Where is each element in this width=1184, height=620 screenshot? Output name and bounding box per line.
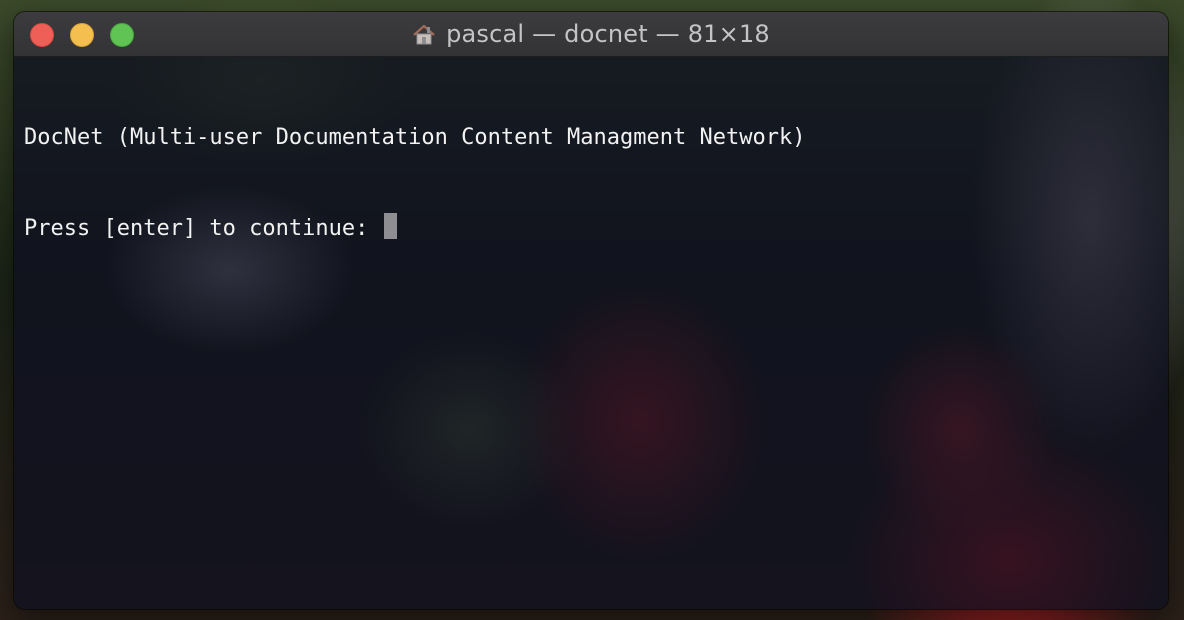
terminal-output[interactable]: DocNet (Multi-user Documentation Content…	[14, 57, 1168, 609]
terminal-window: pascal — docnet — 81×18 DocNet (Multi-us…	[14, 12, 1168, 609]
terminal-line: DocNet (Multi-user Documentation Content…	[24, 125, 806, 150]
title-bar[interactable]: pascal — docnet — 81×18	[14, 12, 1168, 57]
terminal-prompt-text: Press [enter] to continue:	[24, 216, 382, 241]
home-icon	[412, 24, 436, 46]
text-cursor[interactable]	[383, 213, 397, 239]
terminal-prompt-line: Press [enter] to continue:	[24, 213, 1158, 243]
window-title-group: pascal — docnet — 81×18	[14, 12, 1168, 56]
window-title: pascal — docnet — 81×18	[446, 20, 770, 48]
